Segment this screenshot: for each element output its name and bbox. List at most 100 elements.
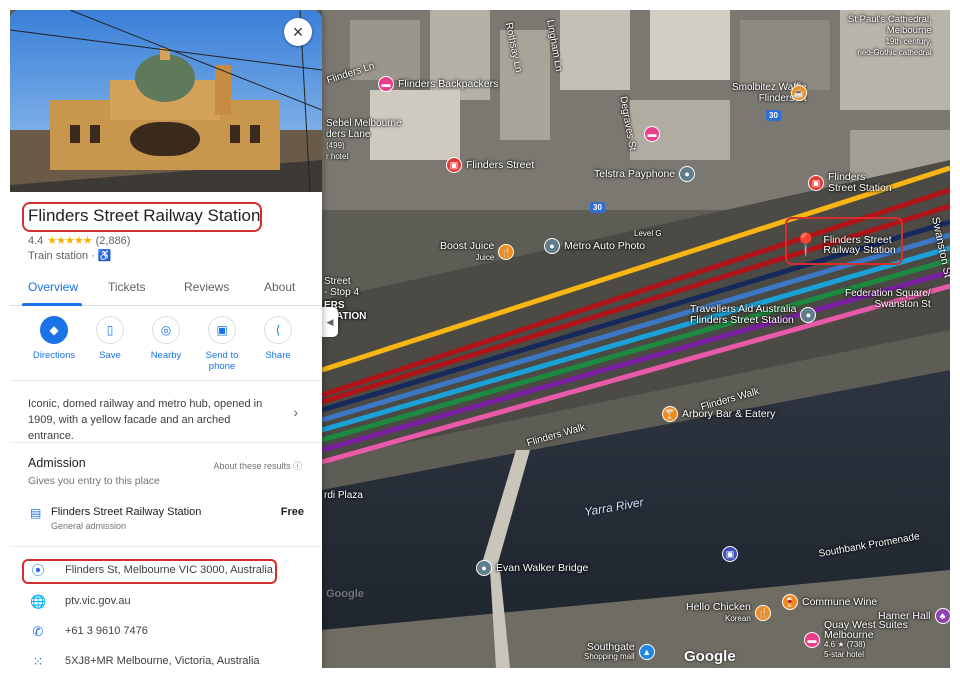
hotel-icon: ▬: [378, 76, 394, 92]
chevron-right-icon[interactable]: ›: [293, 404, 298, 420]
cafe-icon: ☕: [791, 85, 807, 101]
admission-subtitle: Gives you entry to this place: [28, 475, 160, 487]
share-icon: ⟨: [264, 316, 292, 344]
plus-code-text: 5XJ8+MR Melbourne, Victoria, Australia: [65, 655, 260, 667]
place-type: Train station · ♿: [28, 249, 112, 262]
rating-row[interactable]: 4.4 ★★★★★ (2,886): [28, 234, 131, 248]
poi-label: Korean: [724, 614, 751, 623]
admission-title: Admission: [28, 456, 86, 470]
ticket-name[interactable]: Flinders Street Railway Station: [51, 506, 201, 518]
poi-label: Railway Station: [823, 244, 896, 256]
poi-label: r hotel: [326, 152, 349, 161]
poi-st-pauls[interactable]: St Paul's Cathedral, Melbourne 19th-centur…: [848, 14, 932, 58]
poi-southgate[interactable]: Southgate Shopping mall ▲: [584, 642, 655, 662]
tab-about[interactable]: About: [264, 280, 295, 294]
poi-commune-wine[interactable]: 🍷 Commune Wine: [782, 594, 877, 610]
action-buttons: ◆ Directions ▯ Save ◎ Nearby ▣ Send to phone…: [10, 316, 322, 380]
close-icon: ×: [292, 21, 304, 42]
train-icon: ▣: [808, 175, 824, 191]
send-to-phone-button[interactable]: ▣ Send to phone: [196, 316, 248, 372]
poi-label: Hamer Hall: [878, 610, 931, 622]
plus-code-icon: ⁙: [32, 654, 44, 668]
poi-federation[interactable]: Federation Square/Swanston St: [845, 288, 931, 310]
tab-tickets[interactable]: Tickets: [108, 280, 146, 294]
poi-sebel[interactable]: Sebel Melbourne ders Lane (499) r hotel: [326, 118, 402, 162]
poi-label: Arbory Bar & Eatery: [682, 408, 776, 420]
shopping-icon: ▲: [638, 644, 655, 660]
info-icon: ▣: [722, 546, 738, 562]
website-row[interactable]: 🌐 ptv.vic.gov.au: [10, 591, 322, 615]
poi-label: - Stop 4: [324, 287, 360, 298]
place-panel: × Flinders Street Railway Station 4.4 ★★…: [10, 10, 322, 668]
globe-icon: 🌐: [30, 594, 47, 609]
share-button[interactable]: ⟨ Share: [252, 316, 304, 361]
reviews-count: (2,886): [95, 234, 131, 247]
wine-icon: 🍷: [782, 594, 798, 610]
app-frame: ▬ Flinders Backpackers Smolbitez Waffle Fl…: [10, 10, 950, 668]
poi-label: 19th-century,: [885, 37, 932, 46]
selected-place-marker[interactable]: 📍 Flinders Street Railway Station: [792, 232, 896, 258]
poi-telstra[interactable]: Telstra Payphone ●: [594, 166, 696, 182]
address-row[interactable]: ⦿ Flinders St, Melbourne VIC 3000, Austra…: [10, 560, 322, 584]
poi-pink-marker[interactable]: ▬: [644, 126, 660, 142]
poi-boost-juice[interactable]: Boost Juice Juice 🍴: [440, 240, 515, 263]
poi-label: Shopping mall: [584, 652, 635, 661]
poi-label: Metro Auto Photo: [564, 240, 646, 252]
save-button[interactable]: ▯ Save: [84, 316, 136, 361]
plus-code-row[interactable]: ⁙ 5XJ8+MR Melbourne, Victoria, Australia: [10, 651, 322, 668]
tab-reviews[interactable]: Reviews: [184, 280, 229, 294]
poi-hello-chicken[interactable]: Hello Chicken Korean 🍴: [686, 602, 771, 624]
active-tab-indicator: [22, 303, 82, 306]
rating-value: 4.4: [28, 234, 44, 247]
poi-quay-west[interactable]: ▬ Quay West Suites Melbourne 4.6 ★ (738) 5-s…: [804, 620, 908, 660]
poi-label: Federation Square/: [845, 288, 931, 299]
food-icon: 🍴: [754, 605, 771, 621]
tram-route-badge: 30: [766, 110, 781, 121]
tram-route-badge: 30: [590, 202, 605, 213]
poi-flinders-street[interactable]: ▣ Flinders Street: [446, 157, 534, 173]
phone-row[interactable]: ✆ +61 3 9610 7476: [10, 621, 322, 645]
ticket-subtitle: General admission: [51, 521, 127, 531]
poi-label: neo-Gothic cathedral: [857, 48, 932, 57]
hotel-icon: ▬: [644, 126, 660, 142]
poi-label: St Paul's Cathedral,: [848, 14, 932, 25]
poi-smolbitez[interactable]: ☕: [791, 85, 807, 101]
close-button[interactable]: ×: [284, 18, 312, 46]
poi-travellers-aid[interactable]: Travellers Aid Australia Flinders Street …: [690, 304, 817, 326]
divider: [10, 380, 322, 381]
nearby-button[interactable]: ◎ Nearby: [140, 316, 192, 361]
tab-overview[interactable]: Overview: [28, 280, 78, 294]
poi-label: Melbourne: [824, 629, 874, 641]
place-photo[interactable]: ×: [10, 10, 322, 192]
place-title: Flinders Street Railway Station: [28, 206, 261, 225]
directions-button[interactable]: ◆ Directions: [28, 316, 80, 361]
poi-flinders-backpackers[interactable]: ▬ Flinders Backpackers: [378, 76, 498, 92]
food-icon: 🍴: [498, 244, 515, 260]
place-description[interactable]: Iconic, domed railway and metro hub, ope…: [28, 396, 278, 444]
address-text: Flinders St, Melbourne VIC 3000, Austral…: [65, 564, 273, 576]
poi-street-stop[interactable]: Street - Stop 4: [324, 276, 359, 298]
google-logo: Google: [684, 648, 736, 665]
website-text: ptv.vic.gov.au: [65, 595, 131, 607]
poi-label: Juice: [475, 253, 495, 262]
action-label: Share: [265, 350, 291, 361]
poi-blue-marker[interactable]: ▣: [722, 546, 738, 562]
poi-label: 5-star hotel: [824, 650, 865, 659]
poi-hamer-hall[interactable]: Hamer Hall ♣: [878, 608, 950, 624]
nearby-icon: ◎: [152, 316, 180, 344]
phone-text: +61 3 9610 7476: [65, 625, 148, 637]
hotel-icon: ▬: [804, 632, 820, 648]
directions-icon: ◆: [40, 316, 68, 344]
bookmark-icon: ▯: [96, 316, 124, 344]
poi-flinders-station-marker[interactable]: ▣ Flinders Street Station: [808, 172, 892, 194]
poi-label: ders Lane: [326, 129, 371, 140]
action-label: Send to phone: [205, 350, 239, 372]
collapse-panel-button[interactable]: ◀: [322, 307, 338, 337]
chevron-left-icon: ◀: [326, 316, 334, 327]
about-results-link[interactable]: About these results ⓘ: [213, 459, 302, 472]
location-pin-icon: ⦿: [31, 563, 45, 578]
poi-evan-walker-bridge[interactable]: ● Evan Walker Bridge: [476, 560, 588, 576]
poi-label: Boost Juice: [440, 240, 495, 252]
poi-metro-auto-photo[interactable]: ● Metro Auto Photo: [544, 238, 645, 254]
train-icon: ▣: [446, 157, 462, 173]
